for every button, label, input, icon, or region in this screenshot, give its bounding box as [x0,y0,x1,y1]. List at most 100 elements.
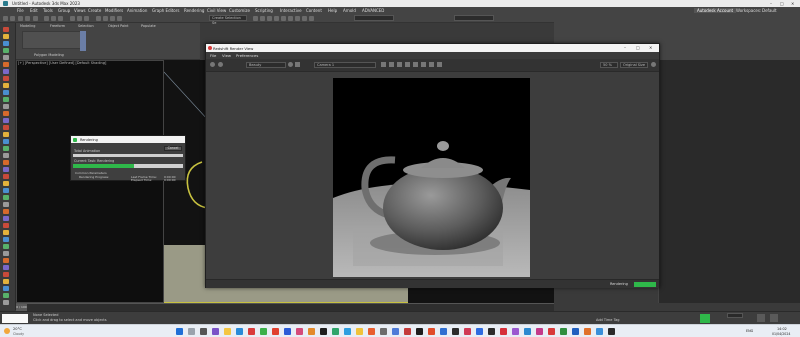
tool-icon[interactable] [3,237,9,242]
app-icon-21[interactable] [500,328,507,335]
render-setup-icon[interactable] [295,16,300,21]
align-icon[interactable] [260,16,265,21]
close-icon[interactable]: ✕ [791,1,794,6]
menu-views[interactable]: Views [74,8,86,13]
cancel-button[interactable]: Cancel [164,146,182,151]
select-icon[interactable] [44,16,49,21]
spinner-snap-icon[interactable] [117,16,122,21]
tool-icon[interactable] [3,188,9,193]
menu-scripting[interactable]: Scripting [255,8,273,13]
rw-maximize-icon[interactable]: □ [636,45,640,50]
user-account[interactable]: Autodesk Account [694,8,737,13]
tool-icon[interactable] [3,48,9,53]
tool-icon[interactable] [3,279,9,284]
tool-icon[interactable] [3,223,9,228]
named-selection-dropdown[interactable] [454,15,494,21]
tool-icon[interactable] [3,97,9,102]
select-by-name-icon[interactable] [51,16,56,21]
maxscript-listener[interactable] [2,314,28,323]
tool-icon[interactable] [3,195,9,200]
lut-icon[interactable] [437,62,442,67]
app-icon-3[interactable] [284,328,291,335]
tool-icon[interactable] [3,272,9,277]
menu-help[interactable]: Help [328,8,337,13]
app-icon-23[interactable] [524,328,531,335]
weather-icon[interactable] [4,328,10,334]
app-icon-6[interactable] [320,328,327,335]
rw-menu-preferences[interactable]: Preferences [236,53,258,58]
render-stop-icon[interactable] [218,62,223,67]
app-icon-13[interactable] [404,328,411,335]
tool-icon[interactable] [3,244,9,249]
history-icon[interactable] [429,62,434,67]
viewport-label[interactable]: [+] [Perspective] [User Defined] [Defaul… [18,61,106,65]
tool-icon[interactable] [3,83,9,88]
snapshot-icon[interactable] [288,62,293,67]
ribbon-tab-freeform[interactable]: Freeform [50,24,65,28]
menu-rendering[interactable]: Rendering [184,8,204,13]
chrome-icon[interactable] [272,328,279,335]
menu-arnold[interactable]: Arnold [343,8,356,13]
redo-icon[interactable] [10,16,15,21]
rw-minimize-icon[interactable]: – [624,45,626,50]
tool-icon[interactable] [3,160,9,165]
tool-icon[interactable] [3,181,9,186]
bind-icon[interactable] [33,16,38,21]
region-icon[interactable] [413,62,418,67]
app-icon-22[interactable] [512,328,519,335]
app-icon-5[interactable] [308,328,315,335]
app-icon-18[interactable] [464,328,471,335]
weather-desc[interactable]: Cloudy [13,332,24,336]
tool-icon[interactable] [3,111,9,116]
tool-icon[interactable] [3,153,9,158]
menu-content[interactable]: Content [306,8,322,13]
tool-icon[interactable] [3,209,9,214]
app-icon-27[interactable] [572,328,579,335]
scale-icon[interactable] [84,16,89,21]
tool-icon[interactable] [3,125,9,130]
menu-interactive[interactable]: Interactive [280,8,302,13]
app-icon-4[interactable] [296,328,303,335]
menu-customize[interactable]: Customize [229,8,250,13]
maximize-icon[interactable]: □ [780,1,784,6]
ribbon-sub-label[interactable]: Polygon Modeling [34,53,64,57]
app-icon-11[interactable] [380,328,387,335]
app-icon-19[interactable] [476,328,483,335]
rect-select-icon[interactable] [58,16,63,21]
edge-icon[interactable] [236,328,243,335]
tool-icon[interactable] [3,300,9,305]
app-icon-25[interactable] [548,328,555,335]
app-icon-20[interactable] [488,328,495,335]
key-filter-dropdown[interactable] [727,313,743,318]
render-icon[interactable] [309,16,314,21]
app-icon-17[interactable] [452,328,459,335]
rw-menu-file[interactable]: File [210,53,216,58]
workspaces-value[interactable]: Default [762,8,777,13]
lock-icon[interactable] [295,62,300,67]
menu-civil-view[interactable]: Civil View [207,8,226,13]
weather-temp[interactable]: 20°C [13,327,22,331]
render-image[interactable] [333,78,530,277]
rotate-icon[interactable] [77,16,82,21]
tool-icon[interactable] [3,167,9,172]
task-view-icon[interactable] [200,328,207,335]
undo-icon[interactable] [3,16,8,21]
app-icon-7[interactable] [332,328,339,335]
tool-icon[interactable] [3,76,9,81]
teams-icon[interactable] [212,328,219,335]
settings-icon[interactable] [397,62,402,67]
ribbon-tab-selection[interactable]: Selection [78,24,94,28]
minimize-icon[interactable]: – [770,1,772,6]
tool-icon[interactable] [3,104,9,109]
link-icon[interactable] [18,16,23,21]
tool-icon[interactable] [3,216,9,221]
camera-dropdown[interactable]: Beauty [246,62,286,68]
schematic-icon[interactable] [281,16,286,21]
add-time-tag[interactable]: Add Time Tag [596,318,620,322]
tool-icon[interactable] [3,132,9,137]
tool-icon[interactable] [3,69,9,74]
tool-icon[interactable] [3,62,9,67]
mirror-icon[interactable] [253,16,258,21]
ribbon-tab-object-paint[interactable]: Object Paint [108,24,129,28]
set-key-icon[interactable] [700,314,710,323]
